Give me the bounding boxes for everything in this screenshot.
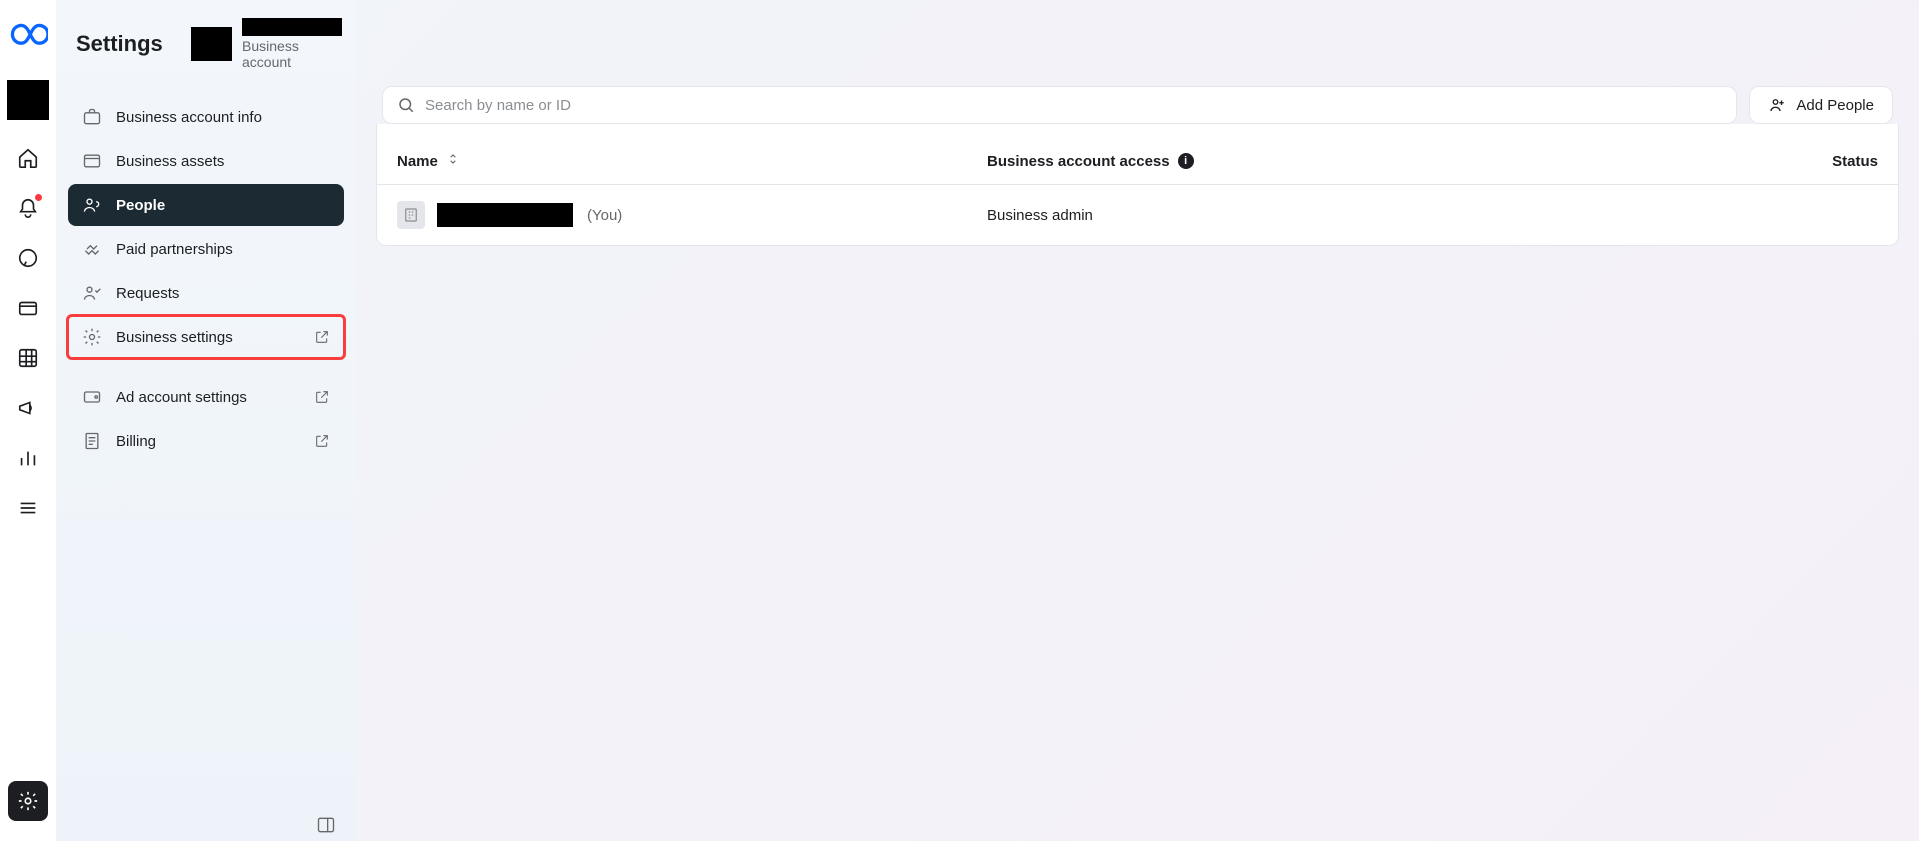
sidebar-item-billing[interactable]: Billing — [68, 420, 344, 462]
add-people-button[interactable]: Add People — [1750, 87, 1892, 123]
row-avatar — [397, 201, 425, 229]
column-name[interactable]: Name — [397, 153, 438, 170]
search-input-wrapper[interactable] — [383, 87, 1736, 123]
account-subtitle: Business account — [242, 38, 345, 70]
row-name-redacted — [437, 203, 573, 227]
handshake-icon — [82, 239, 102, 259]
external-link-icon — [314, 329, 330, 345]
gear-icon — [82, 327, 102, 347]
window-icon — [82, 151, 102, 171]
table-row[interactable]: (You) Business admin — [377, 185, 1898, 245]
sidebar-item-label: Ad account settings — [116, 389, 247, 406]
sidebar-item-label: People — [116, 197, 165, 214]
sidebar-item-label: Business account info — [116, 109, 262, 126]
bar-chart-icon[interactable] — [16, 446, 40, 470]
sidebar-item-label: Business assets — [116, 153, 224, 170]
card-icon[interactable] — [16, 296, 40, 320]
people-icon — [82, 195, 102, 215]
gear-icon — [17, 790, 39, 812]
megaphone-icon[interactable] — [16, 396, 40, 420]
column-status: Status — [1832, 153, 1878, 170]
grid-icon[interactable] — [16, 346, 40, 370]
menu-icon[interactable] — [16, 496, 40, 520]
meta-logo[interactable] — [8, 14, 48, 54]
user-plus-icon — [1768, 96, 1786, 114]
search-input[interactable] — [425, 97, 1722, 114]
table-header: Name Business account access i Status — [377, 132, 1898, 185]
wallet-icon — [82, 387, 102, 407]
external-link-icon — [314, 389, 330, 405]
page-title: Settings — [76, 31, 163, 57]
sidebar-header: Settings Business account — [68, 14, 344, 88]
settings-button[interactable] — [8, 781, 48, 821]
receipt-icon — [82, 431, 102, 451]
external-link-icon — [314, 433, 330, 449]
briefcase-icon — [82, 107, 102, 127]
row-access: Business admin — [987, 207, 1407, 224]
sidebar-item-ad-account-settings[interactable]: Ad account settings — [68, 376, 344, 418]
row-you-suffix: (You) — [587, 207, 622, 224]
add-people-label: Add People — [1796, 97, 1874, 114]
main: Add People Name Business account access … — [356, 0, 1919, 841]
collapse-sidebar-icon[interactable] — [316, 815, 336, 835]
notification-dot — [35, 194, 42, 201]
redacted-block — [7, 80, 49, 120]
left-rail — [0, 0, 56, 841]
sidebar-item-business-settings[interactable]: Business settings — [68, 316, 344, 358]
sidebar-item-label: Requests — [116, 285, 179, 302]
chat-icon[interactable] — [16, 246, 40, 270]
column-access: Business account access — [987, 153, 1170, 170]
account-name-redacted — [242, 18, 342, 36]
sort-icon[interactable] — [446, 152, 460, 170]
info-icon[interactable]: i — [1178, 153, 1194, 169]
sidebar: Settings Business account Business accou… — [56, 0, 356, 841]
building-icon — [402, 206, 420, 224]
toolbar-row: Add People — [376, 80, 1899, 124]
notifications-icon[interactable] — [16, 196, 40, 220]
sidebar-item-business-assets[interactable]: Business assets — [68, 140, 344, 182]
search-icon — [397, 96, 415, 114]
sidebar-item-label: Business settings — [116, 329, 233, 346]
sidebar-item-business-account-info[interactable]: Business account info — [68, 96, 344, 138]
account-avatar-redacted — [191, 27, 232, 61]
sidebar-item-people[interactable]: People — [68, 184, 344, 226]
sidebar-item-requests[interactable]: Requests — [68, 272, 344, 314]
sidebar-item-label: Billing — [116, 433, 156, 450]
home-icon[interactable] — [16, 146, 40, 170]
sidebar-item-label: Paid partnerships — [116, 241, 233, 258]
sidebar-items: Business account info Business assets Pe… — [68, 96, 344, 462]
infinity-icon — [8, 21, 48, 48]
account-block[interactable]: Business account — [191, 18, 345, 70]
sidebar-item-paid-partnerships[interactable]: Paid partnerships — [68, 228, 344, 270]
user-check-icon — [82, 283, 102, 303]
